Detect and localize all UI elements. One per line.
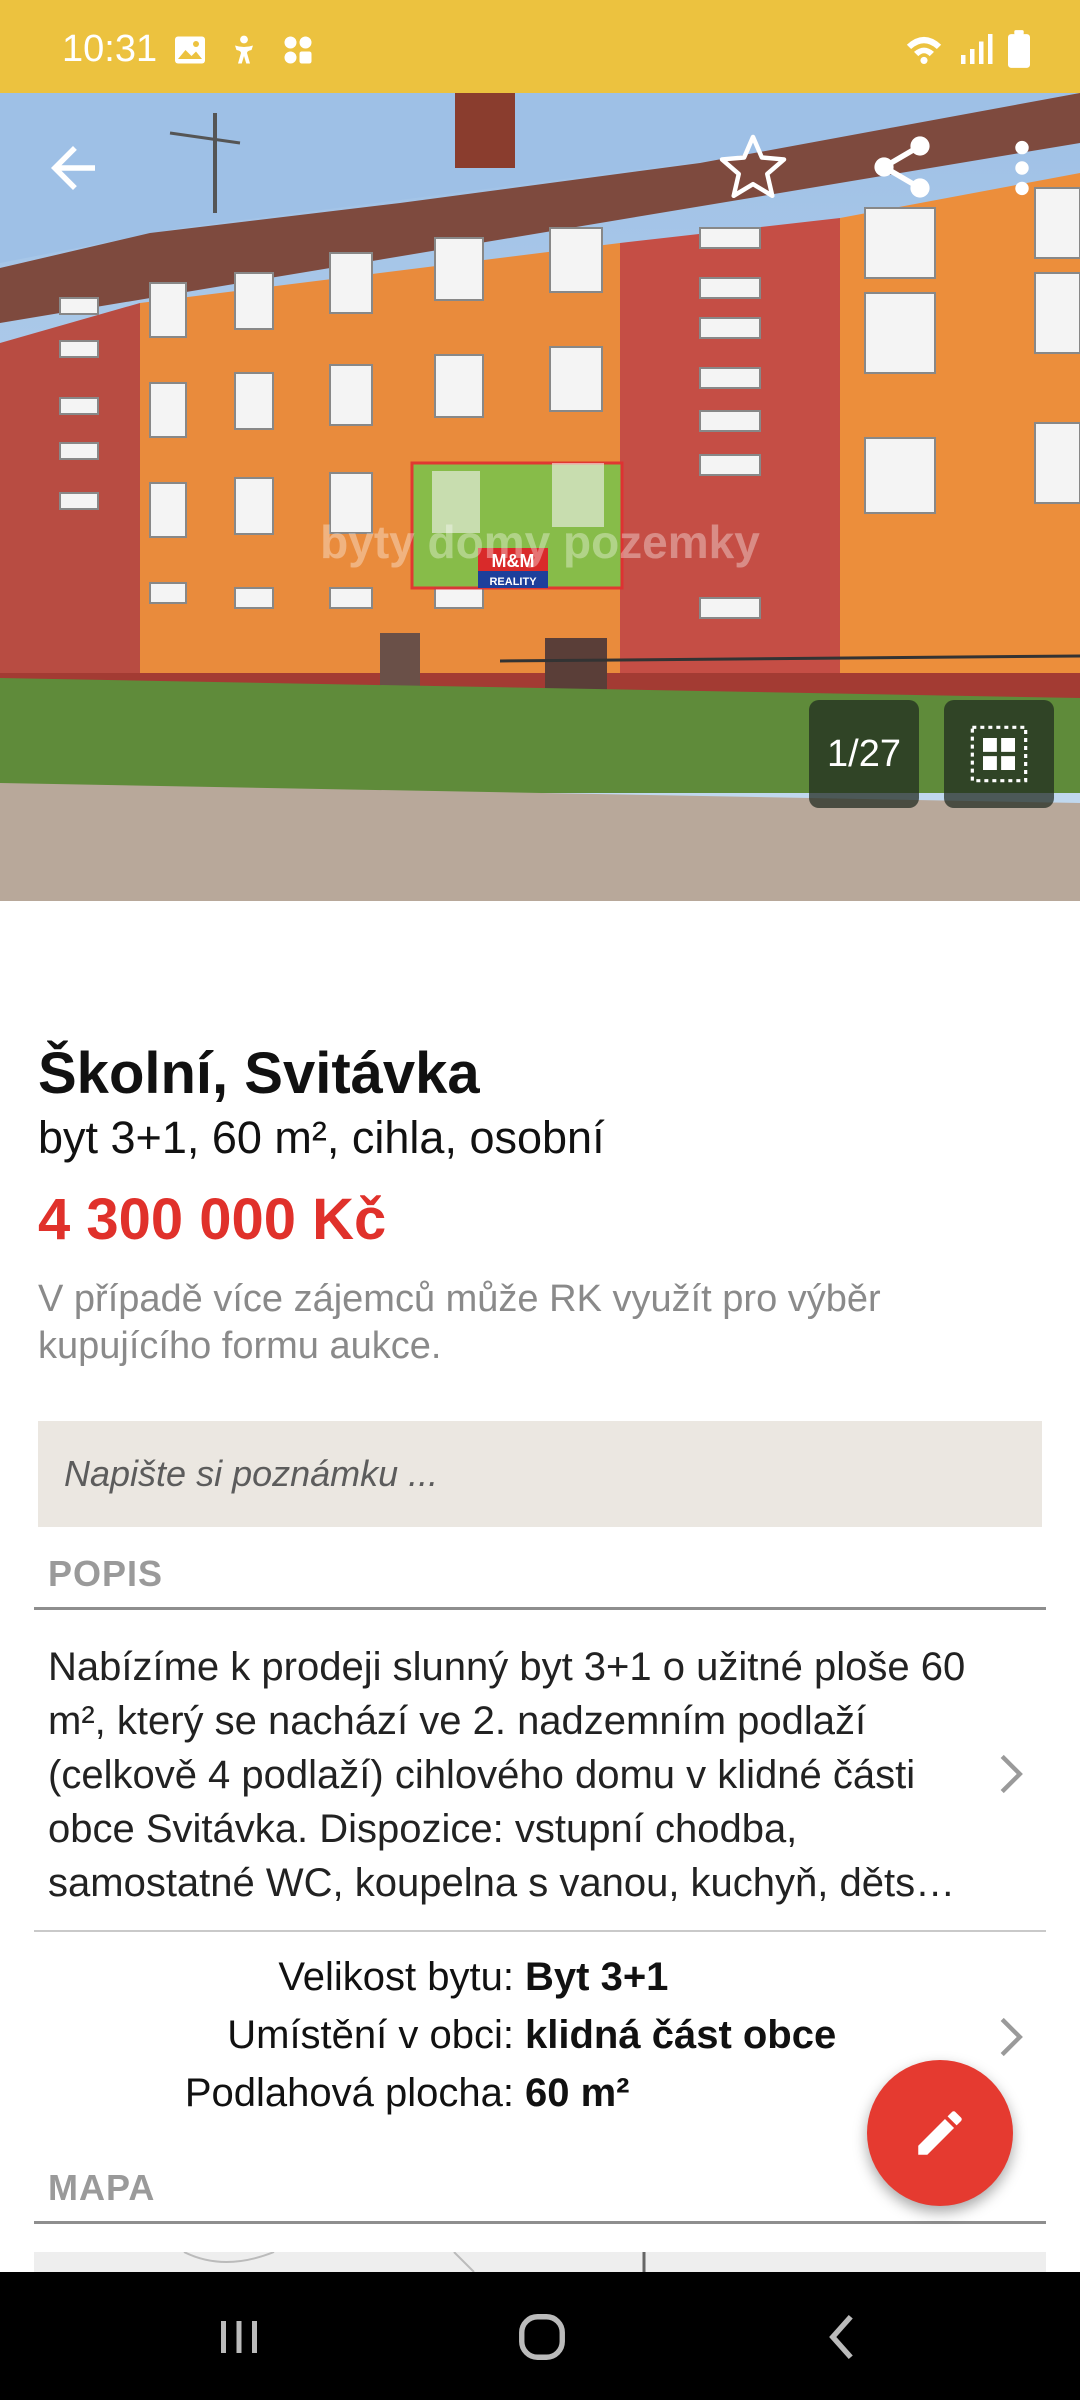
photo-gallery[interactable]: M&M REALITY byty domy pozemky 1/27 xyxy=(0,93,1080,901)
system-back-button[interactable] xyxy=(822,2310,862,2364)
listing-price: 4 300 000 Kč xyxy=(38,1187,387,1252)
favorite-button[interactable] xyxy=(715,129,791,205)
add-note-fab[interactable] xyxy=(867,2060,1013,2206)
recents-button[interactable] xyxy=(215,2310,263,2364)
parameter-value: Byt 3+1 xyxy=(525,1955,669,1999)
status-time: 10:31 xyxy=(62,28,158,70)
parameter-value: 60 m² xyxy=(525,2071,630,2115)
recents-icon xyxy=(221,2321,257,2353)
parameter-key: Umístění v obci: xyxy=(227,2013,514,2057)
photo-watermark: byty domy pozemky xyxy=(320,516,760,568)
chevron-right-icon xyxy=(994,1752,1028,1796)
map-preview[interactable] xyxy=(34,2252,1046,2272)
section-divider xyxy=(34,1607,1046,1610)
sign-sub: REALITY xyxy=(489,576,537,588)
status-notification-icons xyxy=(172,32,316,68)
wifi-icon xyxy=(906,36,942,64)
parameter-key: Podlahová plocha: xyxy=(184,2071,514,2115)
status-bar: 10:31 xyxy=(0,0,1080,93)
map-section-label: MAPA xyxy=(48,2167,156,2208)
back-button[interactable] xyxy=(40,135,106,201)
share-button[interactable] xyxy=(866,129,938,205)
more-vertical-icon xyxy=(1015,140,1029,196)
home-icon xyxy=(519,2314,565,2360)
edit-icon xyxy=(918,2111,962,2155)
personal-note-input[interactable] xyxy=(38,1421,1042,1527)
gallery-grid-button[interactable] xyxy=(944,700,1054,808)
chevron-left-icon xyxy=(829,2314,854,2360)
image-icon xyxy=(175,36,205,64)
parameter-value: klidná část obce xyxy=(525,2013,837,2057)
section-divider xyxy=(34,2221,1046,2224)
auction-note: V případě více zájemců může RK využít pr… xyxy=(38,1278,881,1367)
battery-icon xyxy=(1008,30,1030,68)
parameter-key: Velikost bytu: xyxy=(278,1955,514,1999)
status-system-icons xyxy=(904,30,1030,68)
accessibility-icon xyxy=(235,35,253,64)
chevron-right-icon xyxy=(994,2015,1028,2059)
more-options-button[interactable] xyxy=(1004,133,1040,203)
system-navigation-bar xyxy=(0,2272,1080,2400)
grid-icon xyxy=(970,725,1028,783)
parameter-row: Velikost bytu: Byt 3+1 xyxy=(0,1955,1080,2013)
description-section-label: POPIS xyxy=(48,1553,164,1594)
share-icon xyxy=(874,136,930,198)
listing-subtitle: byt 3+1, 60 m², cihla, osobní xyxy=(38,1112,605,1163)
arrow-left-icon xyxy=(51,146,95,190)
divider xyxy=(34,1930,1046,1932)
apps-icon xyxy=(284,36,312,64)
photo-counter: 1/27 xyxy=(809,700,919,808)
star-outline-icon xyxy=(719,134,787,199)
description-text: Nabízíme k prodeji slunný byt 3+1 o užit… xyxy=(48,1645,966,1905)
home-button[interactable] xyxy=(514,2310,570,2364)
signal-icon xyxy=(961,34,993,64)
listing-title: Školní, Svitávka xyxy=(38,1041,480,1106)
